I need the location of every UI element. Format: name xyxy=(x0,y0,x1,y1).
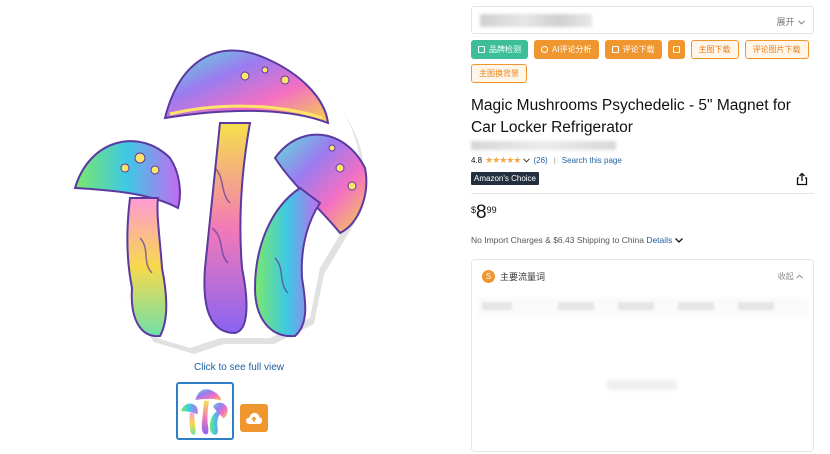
share-icon[interactable] xyxy=(795,172,809,186)
search-this-page-link[interactable]: Search this page xyxy=(562,156,622,165)
rating-value: 4.8 xyxy=(471,156,483,165)
ai-icon xyxy=(541,46,548,53)
rating-row: 4.8 ★★★★★ (26) | Search this page xyxy=(471,155,622,166)
expand-toggle[interactable]: 展开 xyxy=(776,15,805,28)
chevron-down-icon[interactable] xyxy=(523,158,531,163)
blurred-text xyxy=(480,14,592,27)
panel-header: S 主要流量词 xyxy=(482,270,545,283)
cloud-upload-icon xyxy=(246,412,263,424)
plugin-logo-icon: S xyxy=(482,270,495,283)
review-count-link[interactable]: (26) xyxy=(533,156,547,165)
change-background-button[interactable]: 主图换背景 xyxy=(471,64,527,83)
main-product-image[interactable] xyxy=(70,18,380,356)
collapse-toggle[interactable]: 收起 xyxy=(778,271,803,282)
ai-review-analysis-button[interactable]: AI评论分析 xyxy=(534,40,599,59)
blurred-empty-state xyxy=(607,380,677,390)
divider: | xyxy=(553,156,556,165)
blurred-table-header xyxy=(478,298,808,316)
shipping-info: No Import Charges & $6.43 Shipping to Ch… xyxy=(471,235,683,245)
cloud-upload-button[interactable] xyxy=(240,404,268,432)
traffic-keywords-panel: S 主要流量词 收起 xyxy=(471,259,814,452)
calculator-button[interactable] xyxy=(667,40,685,59)
click-full-view-link[interactable]: Click to see full view xyxy=(194,362,284,373)
download-icon xyxy=(611,46,619,53)
chevron-up-icon xyxy=(796,274,803,279)
star-rating-icon[interactable]: ★★★★★ xyxy=(485,155,521,166)
details-link[interactable]: Details xyxy=(646,235,683,245)
brand-check-button[interactable]: 品牌检测 xyxy=(471,40,528,59)
main-image-download-button[interactable]: 主图下载 xyxy=(690,40,739,59)
thumbnail-image[interactable] xyxy=(176,382,234,440)
price: $ 8 99 xyxy=(471,202,497,223)
blurred-store-link[interactable] xyxy=(471,141,616,150)
toolbar-row-2: 主图换背景 xyxy=(471,64,527,83)
amazons-choice-badge: Amazon's Choice xyxy=(471,172,539,185)
product-title: Magic Mushrooms Psychedelic - 5" Magnet … xyxy=(471,97,791,136)
review-download-button[interactable]: 评论下载 xyxy=(604,40,662,59)
divider xyxy=(471,193,814,194)
chevron-down-icon xyxy=(674,238,683,243)
seller-info-bar: 展开 xyxy=(471,6,814,34)
review-image-download-button[interactable]: 评论图片下载 xyxy=(744,40,809,59)
calculator-icon xyxy=(672,46,680,53)
chevron-down-icon xyxy=(798,20,805,25)
check-icon xyxy=(478,46,485,53)
toolbar-row-1: 品牌检测 AI评论分析 评论下载 主图下载 评论图片下载 xyxy=(471,40,809,59)
